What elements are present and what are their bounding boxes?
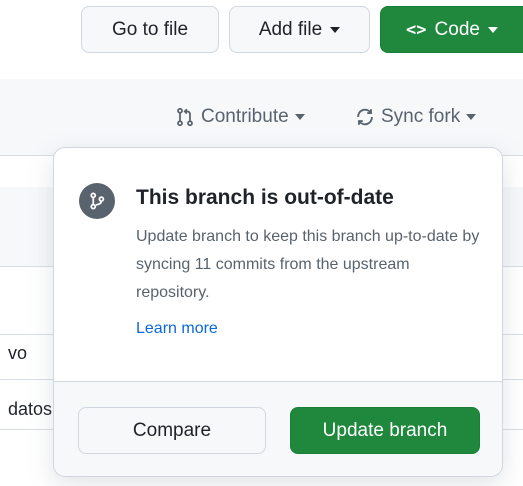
sync-fork-popover: This branch is out-of-date Update branch…	[53, 147, 503, 477]
chevron-down-icon	[294, 114, 305, 120]
git-branch-icon	[79, 183, 115, 219]
list-item[interactable]: datos	[8, 399, 52, 420]
sync-icon	[357, 108, 373, 126]
popover-title: This branch is out-of-date	[136, 186, 394, 209]
contribute-button[interactable]: Contribute	[175, 106, 305, 128]
git-pull-request-icon	[177, 107, 193, 127]
repo-page: Go to file Add file <> Code vo datos Con…	[0, 0, 523, 486]
popover-description: Update branch to keep this branch up-to-…	[136, 228, 480, 301]
compare-button[interactable]: Compare	[78, 407, 266, 454]
code-icon: <>	[406, 19, 427, 40]
chevron-down-icon	[487, 26, 498, 33]
code-label: Code	[434, 18, 480, 40]
chevron-down-icon	[466, 114, 477, 120]
go-to-file-label: Go to file	[111, 18, 189, 40]
chevron-down-icon	[330, 26, 341, 33]
popover-footer: Compare Update branch	[54, 381, 502, 476]
sync-fork-button[interactable]: Sync fork	[355, 106, 477, 128]
contribute-label: Contribute	[201, 106, 289, 127]
add-file-label: Add file	[258, 18, 323, 40]
code-button[interactable]: <> Code	[380, 6, 523, 53]
list-item[interactable]: vo	[8, 343, 27, 364]
update-branch-button[interactable]: Update branch	[290, 407, 480, 454]
add-file-button[interactable]: Add file	[229, 6, 370, 53]
update-branch-label: Update branch	[322, 419, 448, 441]
learn-more-link[interactable]: Learn more	[136, 320, 218, 338]
compare-label: Compare	[132, 419, 212, 441]
go-to-file-button[interactable]: Go to file	[81, 6, 219, 53]
sync-fork-label: Sync fork	[381, 106, 461, 127]
